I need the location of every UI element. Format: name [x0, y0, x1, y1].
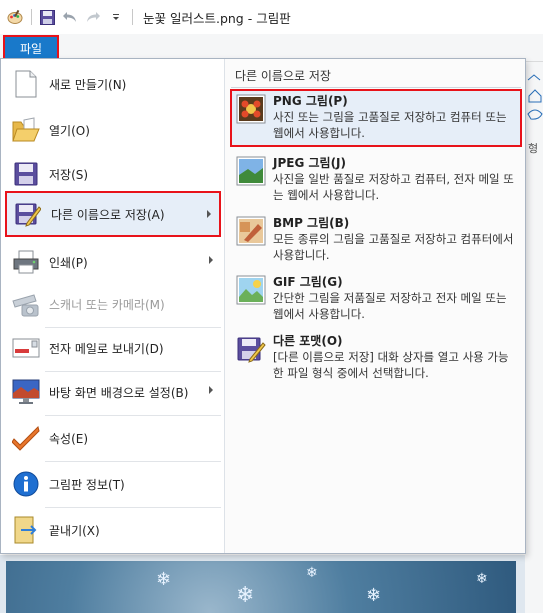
menu-item-new[interactable]: 새로 만들기(N) — [5, 61, 221, 107]
ribbon-background: 형 — [525, 62, 543, 613]
snowflake-decoration-icon: ❄ — [236, 583, 255, 608]
paint-app-icon[interactable] — [6, 8, 24, 26]
properties-check-icon — [11, 423, 41, 453]
submenu-title-divider — [231, 87, 521, 88]
customize-toolbar-chevron-icon[interactable] — [107, 8, 125, 26]
qa-separator-2 — [132, 9, 133, 25]
save-as-jpeg[interactable]: JPEG 그림(J) 사진을 일반 품질로 저장하고 컴퓨터, 전자 메일 또는… — [230, 151, 522, 209]
menu-item-print[interactable]: 인쇄(P) — [5, 239, 221, 285]
menu-item-send-email[interactable]: 전자 메일로 보내기(D) — [5, 325, 221, 371]
menu-item-save-as[interactable]: 다른 이름으로 저장(A) — [5, 191, 221, 237]
save-as-png[interactable]: PNG 그림(P) 사진 또는 그림을 고품질로 저장하고 컴퓨터 또는 웹에서… — [230, 89, 522, 147]
menu-item-scanner-camera[interactable]: 스캐너 또는 카메라(M) — [5, 281, 221, 327]
menu-item-exit[interactable]: 끝내기(X) — [5, 507, 221, 553]
gif-image-icon — [236, 275, 266, 305]
qa-separator — [31, 9, 32, 25]
redo-icon[interactable] — [84, 8, 102, 26]
snowflake-decoration-icon: ❄ — [366, 585, 382, 606]
open-folder-icon — [11, 115, 41, 145]
menu-item-open[interactable]: 열기(O) — [5, 107, 221, 153]
submenu-arrow-icon — [209, 386, 213, 394]
bmp-image-icon — [236, 216, 266, 246]
title-bar: 눈꽃 일러스트.png - 그림판 — [0, 0, 543, 34]
snowflake-decoration-icon: ❄ — [306, 565, 318, 581]
new-document-icon — [11, 69, 41, 99]
file-menu-commands: 새로 만들기(N) 열기(O) 저장(S) 다른 이름으로 저장(A) 인쇄(P… — [1, 59, 225, 553]
save-as-icon — [13, 199, 43, 229]
save-icon[interactable] — [38, 8, 56, 26]
menu-item-set-desktop-background[interactable]: 바탕 화면 배경으로 설정(B) — [5, 369, 221, 415]
scanner-camera-icon — [11, 289, 41, 319]
exit-icon — [11, 515, 41, 545]
undo-icon[interactable] — [61, 8, 79, 26]
file-menu: 새로 만들기(N) 열기(O) 저장(S) 다른 이름으로 저장(A) 인쇄(P… — [0, 58, 526, 554]
window-title: 눈꽃 일러스트.png - 그림판 — [143, 10, 291, 26]
shapes-gallery-icon — [527, 74, 543, 120]
quick-access-toolbar: 눈꽃 일러스트.png - 그림판 — [0, 0, 291, 34]
menu-item-about-paint[interactable]: 그림판 정보(T) — [5, 461, 221, 507]
save-as-submenu: 다른 이름으로 저장 PNG 그림(P) 사진 또는 그림을 고품질로 저장하고… — [227, 59, 525, 553]
printer-icon — [11, 247, 41, 277]
info-icon — [11, 469, 41, 499]
submenu-arrow-icon — [209, 256, 213, 264]
save-as-gif[interactable]: GIF 그림(G) 간단한 그림을 저품질로 저장하고 전자 메일 또는 웹에서… — [230, 270, 522, 328]
menu-item-properties[interactable]: 속성(E) — [5, 415, 221, 461]
desktop-background-icon — [11, 377, 41, 407]
ribbon-fragment-text: 형 — [528, 142, 539, 155]
submenu-title: 다른 이름으로 저장 — [235, 69, 331, 83]
png-image-icon — [236, 94, 266, 124]
save-disk-icon — [11, 159, 41, 189]
save-as-other-format[interactable]: 다른 포맷(O) [다른 이름으로 저장] 대화 상자를 열고 사용 가능한 파… — [230, 329, 522, 387]
other-format-icon — [236, 334, 266, 364]
jpeg-image-icon — [236, 156, 266, 186]
save-as-bmp[interactable]: BMP 그림(B) 모든 종류의 그림을 고품질로 저장하고 컴퓨터에서 사용합… — [230, 211, 522, 269]
snowflake-decoration-icon: ❄ — [156, 569, 172, 590]
canvas-image: ❄ ❄ ❄ ❄ ❄ — [6, 561, 516, 613]
submenu-arrow-icon — [207, 210, 211, 218]
email-icon — [11, 333, 41, 363]
snowflake-decoration-icon: ❄ — [476, 571, 488, 587]
